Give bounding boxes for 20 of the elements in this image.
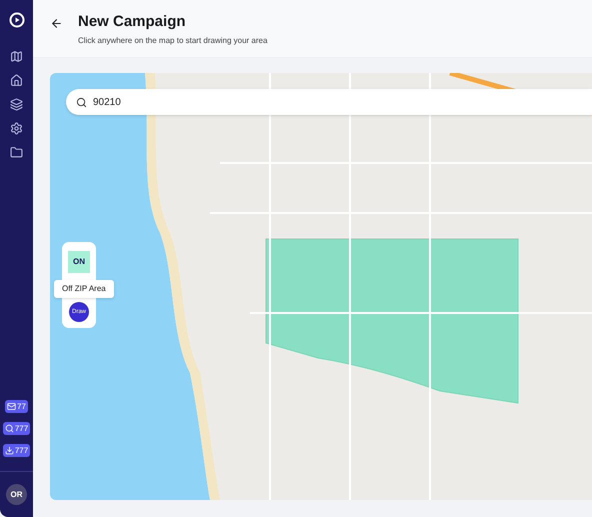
search-icon	[76, 96, 87, 108]
map-icon[interactable]	[10, 50, 23, 63]
folder-icon[interactable]	[10, 146, 23, 159]
count-badge[interactable]: 777	[2, 422, 30, 435]
mail-icon	[7, 402, 16, 411]
page-title: New Campaign	[78, 13, 187, 31]
search-icon	[4, 424, 14, 433]
count-badge[interactable]: 77	[5, 400, 28, 413]
user-avatar[interactable]: OR	[6, 484, 27, 505]
layers-icon[interactable]	[10, 98, 23, 111]
download-icon	[4, 446, 14, 455]
search-field[interactable]: 90210	[66, 89, 592, 115]
page-subtitle: Click anywhere on the map to start drawing your area	[78, 35, 268, 47]
home-icon[interactable]	[10, 74, 23, 87]
zip-toggle[interactable]: ON	[68, 251, 90, 273]
count-badge[interactable]: 777	[2, 444, 30, 457]
logo-icon	[8, 12, 24, 28]
tooltip: Off ZIP Area	[54, 280, 114, 298]
back-icon[interactable]	[50, 17, 63, 30]
settings-icon[interactable]	[10, 122, 23, 135]
